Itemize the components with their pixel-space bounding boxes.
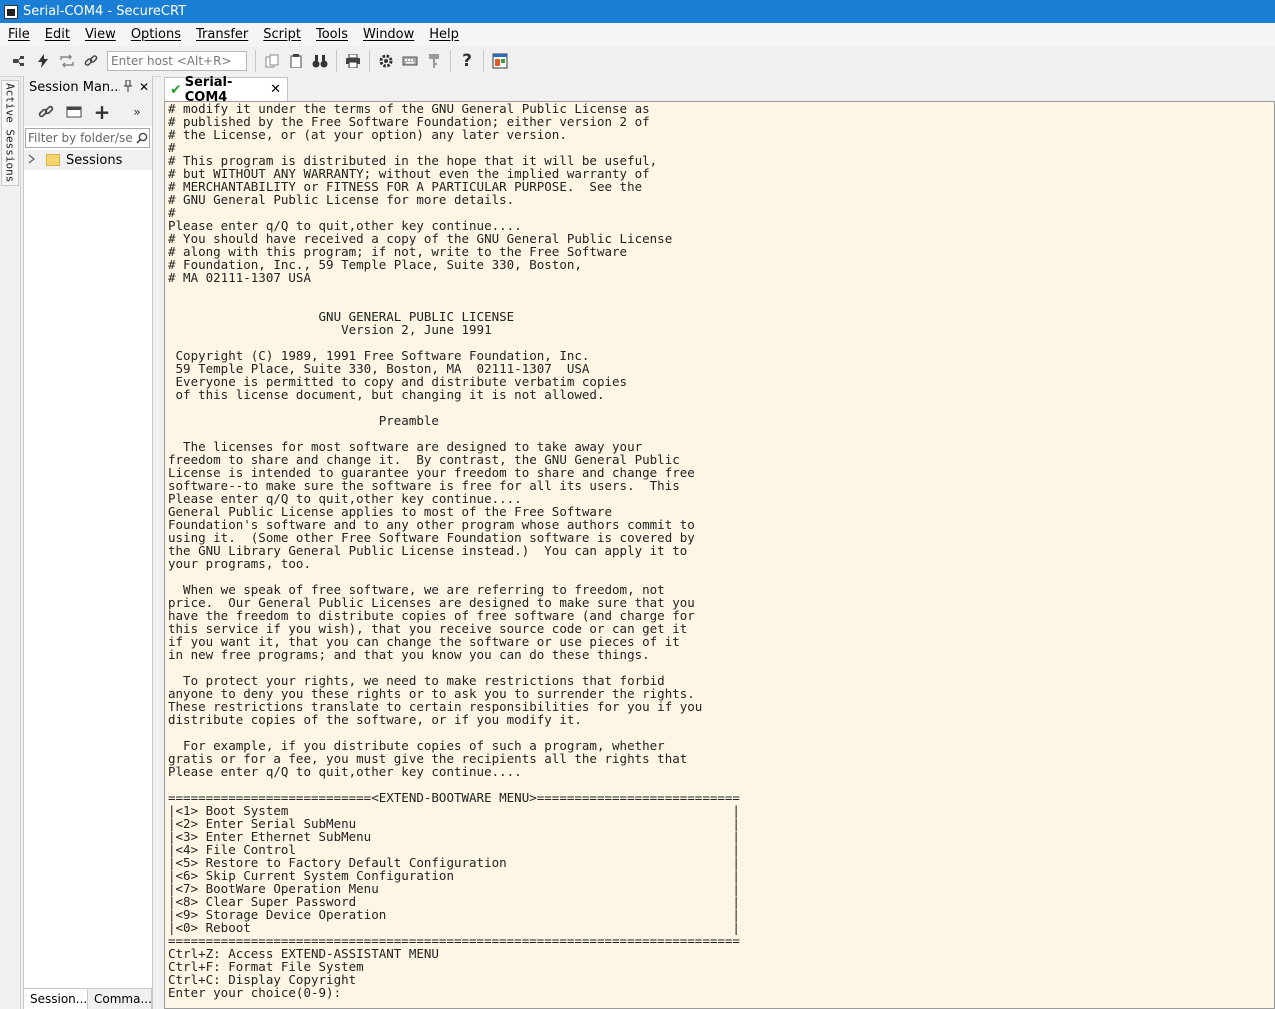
connected-check-icon: ✔ [170,81,182,98]
find-binoculars-icon[interactable] [309,50,331,72]
expand-chevron-icon[interactable] [28,153,42,167]
menu-view[interactable]: View [77,27,123,42]
connect-in-new-window-icon[interactable] [61,101,87,123]
connect-in-tab-icon[interactable] [8,50,30,72]
terminal-screen[interactable]: # modify it under the terms of the GNU G… [164,101,1275,1009]
menu-help[interactable]: Help [421,27,466,42]
menu-script[interactable]: Script [255,27,308,42]
print-icon[interactable] [342,50,364,72]
menu-file[interactable]: File [0,27,37,42]
menu-window[interactable]: Window [355,27,421,42]
main-toolbar: ? [0,46,1275,77]
title-bar: Serial-COM4 - SecureCRT [0,0,1275,23]
terminal-line: # the License, or (at your option) any l… [168,127,567,142]
session-tab-strip: ✔ Serial-COM4 ✕ [161,75,1275,105]
terminal-line: in new free programs; and that you know … [168,647,650,662]
window-title: Serial-COM4 - SecureCRT [23,4,187,19]
tab-label: Serial-COM4 [184,74,233,105]
reconnect-icon[interactable] [56,50,78,72]
tab-serial-com4[interactable]: ✔ Serial-COM4 ✕ [164,75,288,105]
keymap-keyboard-icon[interactable] [399,50,421,72]
key-agent-icon[interactable] [423,50,445,72]
securecrt-app-icon[interactable] [4,4,18,19]
menu-tools[interactable]: Tools [308,27,355,42]
terminal-line: # GNU General Public License for more de… [168,192,515,207]
close-icon[interactable]: ✕ [136,80,152,94]
left-side-strip: Active Sessions [0,78,21,1009]
session-filter-input[interactable] [26,131,134,145]
quick-connect-icon[interactable] [32,50,54,72]
session-manager-toolbar: + » [24,98,152,126]
menu-options[interactable]: Options [123,27,188,42]
terminal-line: Version 2, June 1991 [341,322,492,337]
search-icon[interactable] [134,132,149,144]
toolbar-separator [336,50,337,72]
sftp-window-icon[interactable] [489,50,511,72]
copy-icon[interactable] [261,50,283,72]
toolbar-separator [369,50,370,72]
help-question-icon[interactable]: ? [456,50,478,72]
connect-link-icon[interactable] [33,101,59,123]
session-manager-panel: Session Man... ✕ + » Sessions Session...… [23,76,153,1009]
folder-icon [46,154,60,166]
tab-command-manager[interactable]: Comma... [88,989,152,1009]
session-filter-field[interactable] [25,128,150,148]
more-chevron-icon[interactable]: » [124,101,150,123]
active-sessions-tab[interactable]: Active Sessions [1,80,19,186]
session-manager-header: Session Man... ✕ [24,76,152,98]
terminal-line: # MA 02111-1307 USA [168,270,311,285]
terminal-line: Preamble [378,413,439,428]
terminal-line: of this license document, but changing i… [175,387,605,402]
terminal-line: distribute copies of the software, or if… [168,712,582,727]
tree-item-sessions[interactable]: Sessions [24,150,152,170]
tab-session-manager[interactable]: Session... [24,989,88,1009]
session-manager-bottom-tabs: Session... Comma... [24,988,152,1009]
terminal-output: # modify it under the terms of the GNU G… [165,102,1274,999]
session-manager-title: Session Man... [29,79,120,95]
enter-host-input[interactable] [107,51,247,71]
terminal-line: Enter your choice(0-9): [168,985,342,1000]
terminal-line: Please enter q/Q to quit,other key conti… [168,764,522,779]
menu-transfer[interactable]: Transfer [188,27,255,42]
session-options-gear-icon[interactable] [375,50,397,72]
toolbar-separator [450,50,451,72]
tree-item-label: Sessions [66,152,123,168]
disconnect-link-icon[interactable] [80,50,102,72]
close-tab-icon[interactable]: ✕ [270,82,281,97]
paste-icon[interactable] [285,50,307,72]
menu-edit[interactable]: Edit [37,27,77,42]
terminal-line: your programs, too. [168,556,311,571]
pin-icon[interactable] [120,79,136,95]
new-session-plus-icon[interactable]: + [89,100,115,124]
toolbar-separator [255,50,256,72]
menu-bar: File Edit View Options Transfer Script T… [0,23,1275,46]
toolbar-separator [483,50,484,72]
